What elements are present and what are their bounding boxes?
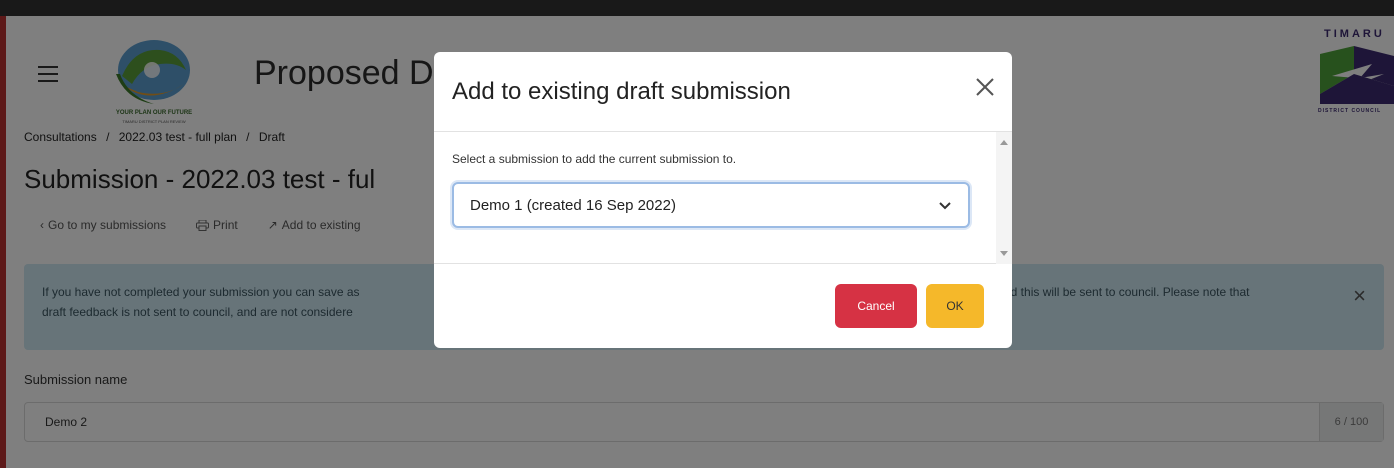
chevron-down-icon <box>939 202 951 210</box>
modal-scrollbar[interactable] <box>996 132 1012 264</box>
ok-button[interactable]: OK <box>926 284 984 328</box>
add-to-draft-modal: Add to existing draft submission Select … <box>434 52 1012 348</box>
scroll-up-arrow-icon[interactable] <box>1000 140 1008 145</box>
modal-footer: Cancel OK <box>434 264 1012 348</box>
cancel-button[interactable]: Cancel <box>835 284 917 328</box>
draft-submission-select[interactable]: Demo 1 (created 16 Sep 2022) <box>452 182 970 228</box>
close-icon[interactable] <box>974 76 996 98</box>
select-value: Demo 1 (created 16 Sep 2022) <box>470 197 676 214</box>
modal-title: Add to existing draft submission <box>452 78 791 105</box>
modal-body: Select a submission to add the current s… <box>434 132 1012 264</box>
modal-header: Add to existing draft submission <box>434 52 1012 132</box>
scroll-down-arrow-icon[interactable] <box>1000 251 1008 256</box>
modal-prompt: Select a submission to add the current s… <box>452 152 737 166</box>
